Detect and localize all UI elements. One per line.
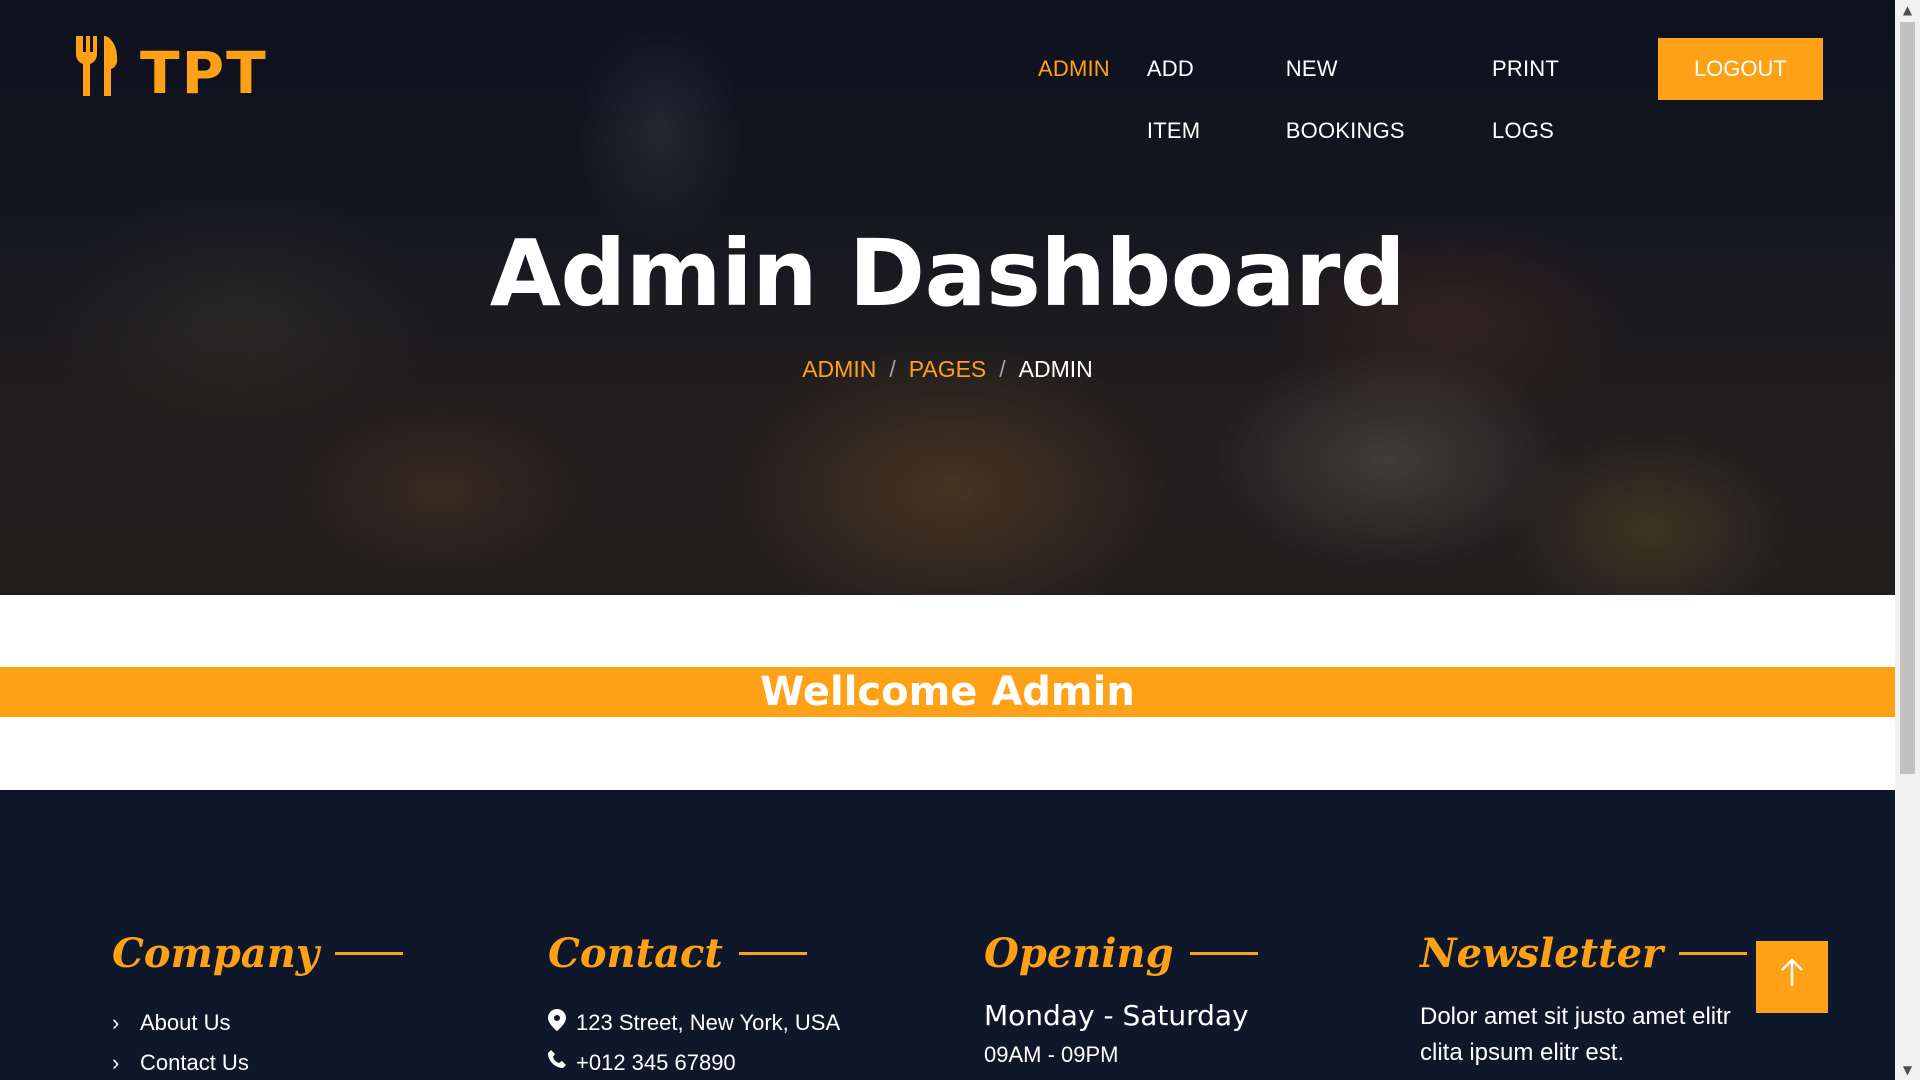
footer-company-heading: Company [112, 930, 320, 977]
title-underline [1189, 952, 1258, 955]
footer-newsletter: Newsletter Dolor amet sit justo amet eli… [1420, 930, 1760, 1071]
opening-days: Monday - Saturday [984, 999, 1249, 1032]
footer-opening-title: Opening [984, 930, 1258, 977]
main-nav: ADMIN ADD ITEM NEW BOOKINGS PRINT LOGS L… [1038, 38, 1895, 143]
breadcrumb-separator: / [999, 356, 1006, 382]
map-marker-icon [548, 1009, 576, 1037]
phone-icon [548, 1050, 576, 1076]
footer-link-contact[interactable]: › Contact Us [112, 1043, 403, 1080]
brand-name: TPT [140, 39, 268, 107]
opening-hours: 09AM - 09PM [984, 1042, 1119, 1067]
title-underline [1679, 952, 1748, 955]
breadcrumb-current: ADMIN [1018, 356, 1093, 382]
scroll-down-arrow[interactable]: ▼ [1895, 1060, 1920, 1080]
breadcrumb-item-pages[interactable]: PAGES [909, 356, 987, 382]
scroll-thumb[interactable] [1900, 22, 1915, 774]
scroll-up-arrow[interactable]: ▲ [1895, 0, 1920, 20]
breadcrumb: ADMIN / PAGES / ADMIN [0, 356, 1895, 383]
footer-newsletter-heading: Newsletter [1420, 930, 1664, 977]
page-title: Admin Dashboard [489, 220, 1406, 327]
breadcrumb-separator: / [889, 356, 896, 382]
title-underline [738, 952, 807, 955]
newsletter-text: Dolor amet sit justo amet elitr clita ip… [1420, 1003, 1731, 1066]
footer-company: Company › About Us › Contact Us [112, 930, 404, 1080]
utensils-icon [72, 34, 122, 112]
back-to-top-button[interactable] [1756, 941, 1828, 1013]
title-underline [335, 952, 404, 955]
nav-item-add-item[interactable]: ADD ITEM [1147, 38, 1249, 143]
nav-item-new-bookings[interactable]: NEW BOOKINGS [1286, 38, 1455, 143]
footer-contact: Contact 123 Street, New York, USA +012 3… [548, 930, 840, 1080]
footer-opening: Opening Monday - Saturday 09AM - 09PM [984, 930, 1258, 1068]
footer-link-about-label: About Us [140, 1010, 231, 1035]
breadcrumb-item-admin[interactable]: ADMIN [802, 356, 876, 382]
footer-newsletter-title: Newsletter [1420, 930, 1760, 977]
arrow-up-icon [1779, 957, 1805, 997]
nav-item-print-logs[interactable]: PRINT LOGS [1492, 38, 1621, 143]
footer-company-title: Company [112, 930, 404, 977]
chevron-right-icon: › [112, 1050, 120, 1075]
footer-phone: +012 345 67890 [548, 1043, 840, 1080]
chevron-right-icon: › [112, 1010, 120, 1035]
footer-opening-heading: Opening [984, 930, 1174, 977]
footer-contact-title: Contact [548, 930, 840, 977]
footer-address-text: 123 Street, New York, USA [576, 1010, 841, 1035]
welcome-banner: Wellcome Admin [0, 667, 1895, 717]
brand-logo[interactable]: TPT [72, 34, 268, 112]
nav-item-admin[interactable]: ADMIN [1038, 38, 1110, 100]
footer: Company › About Us › Contact Us Contact … [0, 790, 1895, 1080]
footer-phone-text: +012 345 67890 [576, 1050, 736, 1075]
footer-address: 123 Street, New York, USA [548, 1003, 840, 1043]
footer-link-contact-label: Contact Us [140, 1050, 249, 1075]
footer-link-about[interactable]: › About Us [112, 1003, 403, 1043]
logout-button[interactable]: LOGOUT [1657, 38, 1823, 100]
page-scrollbar[interactable]: ▲ ▼ [1895, 0, 1920, 1080]
footer-contact-heading: Contact [548, 930, 723, 977]
hero-section: TPT ADMIN ADD ITEM NEW BOOKINGS PRINT LO… [0, 0, 1895, 595]
